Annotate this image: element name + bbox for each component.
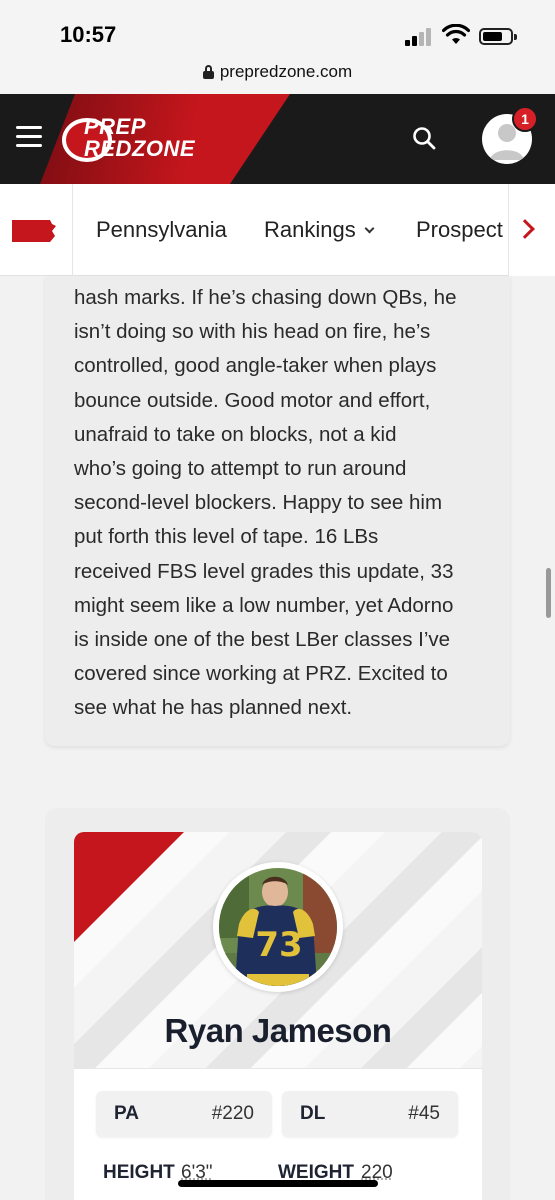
- evaluation-card: hash marks. If he’s chasing down QBs, he…: [45, 276, 510, 746]
- state-rank-box[interactable]: PA #220: [96, 1091, 272, 1137]
- nav-item-pennsylvania[interactable]: Pennsylvania: [96, 217, 227, 243]
- search-icon[interactable]: [412, 126, 436, 150]
- cellular-signal-icon: [405, 26, 435, 46]
- jersey-number: 73: [255, 925, 302, 965]
- pennsylvania-state-icon[interactable]: [12, 220, 56, 242]
- position-label: DL: [300, 1103, 326, 1124]
- player-name[interactable]: Ryan Jameson: [74, 1012, 482, 1050]
- text-line: see what he has planned next.: [74, 696, 353, 720]
- text-line: isn’t doing so with his head on fire, he…: [74, 320, 431, 344]
- text-line: is inside one of the best LBer classes I…: [74, 628, 451, 652]
- battery-icon: [479, 28, 517, 45]
- position-rank-box[interactable]: DL #45: [282, 1091, 458, 1137]
- text-line: controlled, good angle-taker when plays: [74, 354, 437, 378]
- evaluation-text: hash marks. If he’s chasing down QBs, he…: [74, 281, 494, 726]
- scrollbar[interactable]: [546, 568, 551, 618]
- lock-icon: [202, 65, 214, 79]
- notification-badge[interactable]: 1: [512, 106, 538, 132]
- chevron-down-icon: [364, 223, 375, 234]
- address-bar[interactable]: prepredzone.com: [0, 60, 555, 94]
- text-line: who’s going to attempt to run around: [74, 457, 407, 481]
- text-line: might seem like a low number, yet Adorno: [74, 593, 454, 617]
- site-header: PREP REDZONE: [0, 94, 555, 184]
- status-time: 10:57: [60, 22, 117, 47]
- text-line: put forth this level of tape. 16 LBs: [74, 525, 379, 549]
- state-label: PA: [114, 1103, 139, 1124]
- url-text: prepredzone.com: [219, 62, 353, 81]
- text-line: hash marks. If he’s chasing down QBs, he: [74, 286, 457, 309]
- text-line: covered since working at PRZ. Excited to: [74, 662, 448, 686]
- state-rank: #220: [211, 1103, 254, 1124]
- section-nav: Pennsylvania Rankings Prospect: [0, 184, 555, 276]
- player-photo-image: 73: [219, 868, 337, 986]
- position-rank: #45: [408, 1103, 440, 1124]
- wifi-icon: [442, 24, 470, 44]
- player-photo: 73: [213, 862, 343, 992]
- status-bar: 10:57: [0, 0, 555, 60]
- nav-item-prospect[interactable]: Prospect: [416, 217, 503, 243]
- player-card[interactable]: 73 Ryan Jameson PA #220 DL #45 HEIGHT 6'…: [74, 832, 482, 1200]
- height-label: HEIGHT: [103, 1162, 175, 1183]
- text-line: received FBS level grades this update, 3…: [74, 559, 454, 583]
- logo-line2: REDZONE: [84, 136, 196, 161]
- home-indicator[interactable]: [178, 1180, 378, 1187]
- hamburger-menu-icon[interactable]: [16, 126, 42, 148]
- text-line: second-level blockers. Happy to see him: [74, 491, 443, 515]
- prep-redzone-logo[interactable]: PREP REDZONE: [62, 114, 202, 166]
- text-line: unafraid to take on blocks, not a kid: [74, 422, 397, 446]
- text-line: bounce outside. Good motor and effort,: [74, 388, 431, 412]
- nav-item-rankings[interactable]: Rankings: [264, 217, 375, 243]
- nav-item-rankings-label: Rankings: [264, 217, 356, 242]
